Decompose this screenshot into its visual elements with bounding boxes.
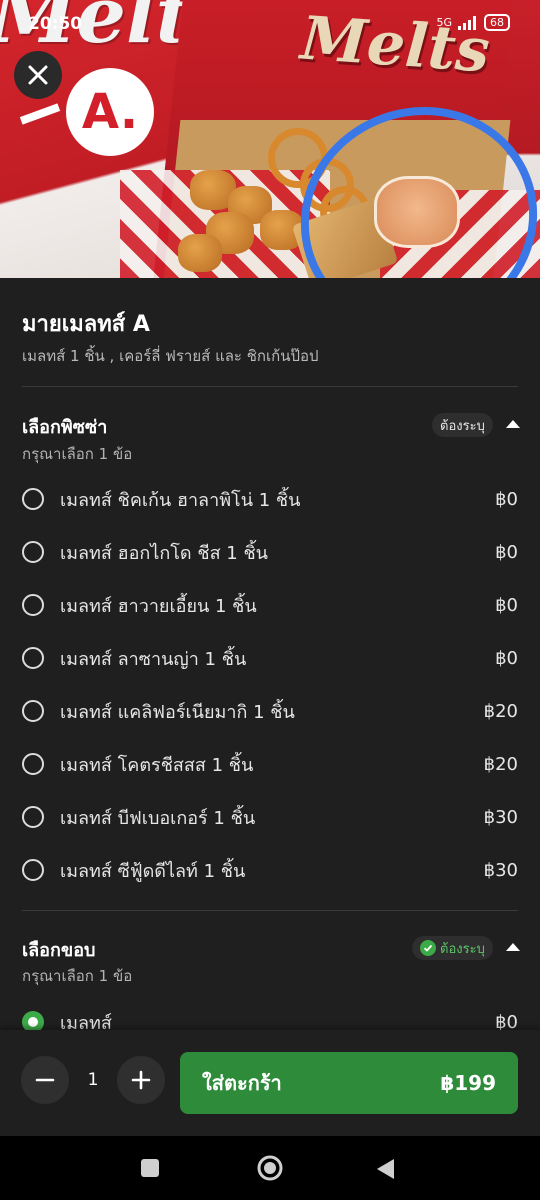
option-crust[interactable]: เมลทส์ ฿0 (22, 1002, 518, 1030)
add-to-cart-label: ใส่ตะกร้า (202, 1071, 282, 1095)
option-price: ฿0 (495, 541, 518, 563)
system-nav-bar (0, 1136, 540, 1200)
option-pizza[interactable]: เมลทส์ บีฟเบอเกอร์ 1 ชิ้น ฿30 (22, 797, 518, 837)
product-detail[interactable]: มายเมลทส์ A เมลทส์ 1 ชิ้น , เคอร์ลี่ ฟรา… (0, 278, 540, 1030)
section-hint-crust: กรุณาเลือก 1 ข้อ (22, 967, 133, 985)
battery-icon: 68 (484, 14, 510, 31)
decrease-quantity-button[interactable] (21, 1056, 69, 1104)
option-label: เมลทส์ บีฟเบอเกอร์ 1 ชิ้น (60, 807, 256, 829)
option-label: เมลทส์ ซีฟู้ดดีไลท์ 1 ชิ้น (60, 860, 246, 882)
recents-icon[interactable] (140, 1158, 160, 1178)
radio-icon[interactable] (22, 859, 44, 881)
option-price: ฿20 (483, 700, 518, 722)
section-hint-pizza: กรุณาเลือก 1 ข้อ (22, 445, 133, 463)
option-pizza[interactable]: เมลทส์ โคตรชีสสส 1 ชิ้น ฿20 (22, 744, 518, 784)
radio-icon[interactable] (22, 806, 44, 828)
add-to-cart-bar: 1 ใส่ตะกร้า ฿199 (0, 1030, 540, 1136)
option-pizza[interactable]: เมลทส์ ชิคเก้น ฮาลาพิโน่ 1 ชิ้น ฿0 (22, 479, 518, 519)
signal-icon (458, 15, 476, 30)
add-to-cart-button[interactable]: ใส่ตะกร้า ฿199 (180, 1052, 518, 1114)
product-description: เมลทส์ 1 ชิ้น , เคอร์ลี่ ฟรายส์ และ ชิกเ… (22, 347, 319, 365)
close-icon (28, 65, 48, 85)
collapse-caret-icon[interactable] (506, 420, 520, 428)
radio-icon[interactable] (22, 700, 44, 722)
option-label: เมลทส์ โคตรชีสสส 1 ชิ้น (60, 754, 254, 776)
required-badge: ต้องระบุ (432, 413, 493, 437)
option-price: ฿0 (495, 594, 518, 616)
status-time: 20:50 (28, 14, 83, 34)
option-pizza[interactable]: เมลทส์ ฮอกไกโด ชีส 1 ชิ้น ฿0 (22, 532, 518, 572)
required-badge-complete: ต้องระบุ (412, 936, 493, 960)
option-label: เมลทส์ ฮอกไกโด ชีส 1 ชิ้น (60, 542, 268, 564)
option-pizza[interactable]: เมลทส์ ซีฟู้ดดีไลท์ 1 ชิ้น ฿30 (22, 850, 518, 890)
brand-logo: A. (66, 68, 154, 156)
option-pizza[interactable]: เมลทส์ แคลิฟอร์เนียมากิ 1 ชิ้น ฿20 (22, 691, 518, 731)
radio-icon[interactable] (22, 488, 44, 510)
collapse-caret-icon[interactable] (506, 943, 520, 951)
option-label: เมลทส์ ฮาวายเอี้ยน 1 ชิ้น (60, 595, 257, 617)
divider (22, 910, 518, 911)
option-price: ฿0 (495, 647, 518, 669)
option-pizza[interactable]: เมลทส์ ลาซานญ่า 1 ชิ้น ฿0 (22, 638, 518, 678)
option-price: ฿30 (483, 859, 518, 881)
radio-icon[interactable] (22, 753, 44, 775)
close-button[interactable] (14, 51, 62, 99)
option-price: ฿0 (495, 1011, 518, 1031)
back-icon[interactable] (374, 1157, 396, 1181)
section-title-crust: เลือกขอบ (22, 940, 96, 961)
quantity-value: 1 (87, 1070, 99, 1090)
option-label: เมลทส์ ลาซานญ่า 1 ชิ้น (60, 648, 247, 670)
radio-icon[interactable] (22, 541, 44, 563)
option-label: เมลทส์ (60, 1012, 112, 1031)
plus-icon (131, 1070, 151, 1090)
home-icon[interactable] (256, 1154, 284, 1182)
minus-icon (35, 1078, 55, 1082)
divider (22, 386, 518, 387)
option-label: เมลทส์ ชิคเก้น ฮาลาพิโน่ 1 ชิ้น (60, 489, 301, 511)
increase-quantity-button[interactable] (117, 1056, 165, 1104)
check-icon (420, 940, 436, 956)
option-pizza[interactable]: เมลทส์ ฮาวายเอี้ยน 1 ชิ้น ฿0 (22, 585, 518, 625)
option-price: ฿20 (483, 753, 518, 775)
radio-icon[interactable] (22, 594, 44, 616)
option-price: ฿0 (495, 488, 518, 510)
network-label: 5G (436, 16, 452, 29)
option-price: ฿30 (483, 806, 518, 828)
radio-selected-icon[interactable] (22, 1011, 44, 1030)
status-bar: 20:50 5G 68 (0, 0, 540, 44)
product-title: มายเมลทส์ A (22, 312, 150, 337)
cart-total: ฿199 (440, 1071, 496, 1095)
section-title-pizza: เลือกพิซซ่า (22, 417, 108, 438)
option-label: เมลทส์ แคลิฟอร์เนียมากิ 1 ชิ้น (60, 701, 295, 723)
radio-icon[interactable] (22, 647, 44, 669)
